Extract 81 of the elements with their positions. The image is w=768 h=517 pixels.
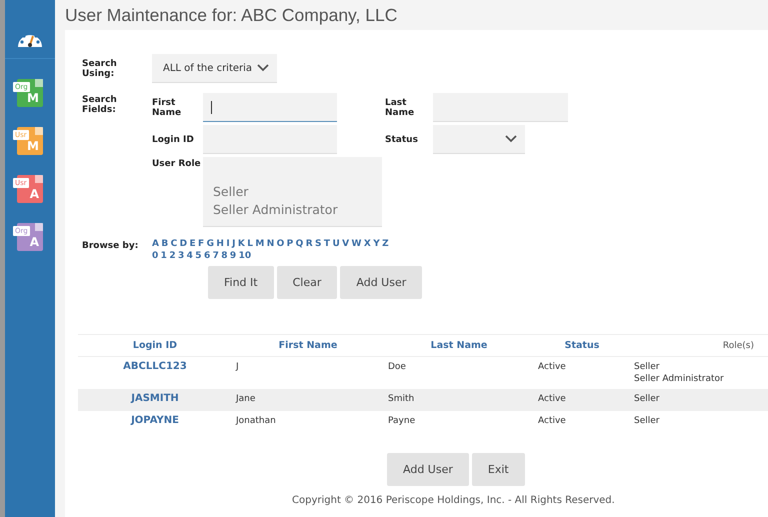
- column-header: Last Name: [430, 340, 488, 351]
- number-link[interactable]: 0: [152, 251, 158, 261]
- letter-link[interactable]: L: [247, 239, 253, 249]
- input-field[interactable]: [203, 93, 337, 122]
- letter-link[interactable]: B: [161, 239, 168, 249]
- letter-link[interactable]: V: [342, 239, 350, 249]
- letter-link[interactable]: G: [206, 239, 214, 249]
- field-label: Last Name: [385, 98, 416, 118]
- letter-link[interactable]: C: [170, 239, 178, 249]
- page-title: User Maintenance for: ABC Company, LLC: [65, 4, 398, 27]
- action-button[interactable]: Clear: [276, 266, 338, 299]
- action-button[interactable]: Find It: [208, 266, 274, 299]
- table-cell-text: Jonathan: [234, 415, 277, 427]
- letter-link[interactable]: R: [306, 239, 313, 249]
- number-link[interactable]: 4: [186, 251, 193, 261]
- letter-link[interactable]: Z: [382, 239, 389, 249]
- table-cell-text: J: [234, 361, 240, 373]
- letter-link[interactable]: Y: [373, 239, 380, 249]
- number-link[interactable]: 8: [221, 251, 228, 261]
- table-cell-text: Doe: [387, 361, 407, 373]
- field-label: Login ID: [152, 134, 195, 144]
- login-link[interactable]: ABCLLC123: [78, 361, 232, 373]
- field-label: User Role: [152, 158, 202, 169]
- letter-link[interactable]: S: [315, 239, 322, 249]
- column-header: Role(s): [722, 340, 755, 350]
- letter-link[interactable]: K: [238, 239, 245, 249]
- column-header: Login ID: [132, 340, 178, 351]
- field-label: Browse by:: [82, 240, 140, 253]
- column-header: First Name: [278, 340, 338, 351]
- table-cell-text: Smith: [387, 393, 416, 405]
- copyright-text: Copyright © 2016 Periscope Holdings, Inc. - All Rights Reserved.: [291, 495, 616, 506]
- chevron-icon: [257, 64, 269, 72]
- action-button[interactable]: Exit: [472, 453, 525, 486]
- table-cell-text: Seller: [633, 393, 660, 405]
- number-link[interactable]: 1: [160, 251, 167, 261]
- role-listbox[interactable]: Seller Seller Administrator: [203, 157, 382, 227]
- table-cell-text: Active: [537, 415, 567, 427]
- field-label: First Name: [152, 98, 182, 118]
- letter-link[interactable]: F: [198, 239, 204, 249]
- table-cell-text: Active: [537, 393, 567, 405]
- number-link[interactable]: 7: [212, 251, 219, 261]
- action-button[interactable]: Add User: [340, 266, 422, 299]
- letter-link[interactable]: P: [286, 239, 294, 249]
- list-option[interactable]: Seller Administrator: [213, 201, 382, 219]
- action-button[interactable]: Add User: [387, 453, 469, 486]
- table-cell-text: Seller: [633, 361, 660, 373]
- field-label: Status: [385, 134, 419, 144]
- table-cell-text: Active: [537, 361, 567, 373]
- column-header: Status: [564, 340, 600, 351]
- letter-link[interactable]: Q: [296, 239, 304, 249]
- letter-link[interactable]: E: [190, 239, 196, 249]
- list-option[interactable]: Seller: [213, 183, 382, 201]
- letter-link[interactable]: U: [332, 239, 340, 249]
- number-link[interactable]: 2: [169, 251, 176, 261]
- letter-link[interactable]: M: [255, 239, 264, 249]
- chevron-icon: [505, 135, 517, 143]
- letter-link[interactable]: X: [364, 239, 371, 249]
- letter-link[interactable]: W: [352, 239, 362, 249]
- letter-link[interactable]: D: [180, 239, 188, 249]
- letter-link[interactable]: N: [266, 239, 274, 249]
- number-link[interactable]: 5: [195, 251, 202, 261]
- field-label: Search Fields:: [82, 94, 118, 117]
- table-cell-text: Jane: [234, 393, 256, 405]
- letter-link[interactable]: I: [226, 239, 230, 249]
- criteria-dropdown[interactable]: ALL of the criteria: [152, 54, 277, 83]
- login-link[interactable]: JOPAYNE: [78, 415, 232, 427]
- number-link[interactable]: 6: [204, 251, 210, 261]
- login-link[interactable]: JASMITH: [78, 393, 232, 405]
- table-cell-text: Payne: [387, 415, 416, 427]
- letter-link[interactable]: A: [152, 239, 159, 249]
- letter-link[interactable]: J: [232, 239, 236, 249]
- number-link[interactable]: 10: [238, 251, 252, 261]
- number-link[interactable]: 9: [230, 251, 236, 261]
- field-label: Search Using:: [82, 58, 118, 81]
- letter-link[interactable]: O: [276, 239, 284, 249]
- letter-link[interactable]: T: [324, 239, 330, 249]
- number-link[interactable]: 3: [178, 251, 184, 261]
- table-cell-text: Seller: [633, 415, 660, 427]
- table-cell-text: Seller Administrator: [633, 373, 725, 385]
- letter-link[interactable]: H: [216, 239, 224, 249]
- status-dropdown[interactable]: [433, 125, 525, 154]
